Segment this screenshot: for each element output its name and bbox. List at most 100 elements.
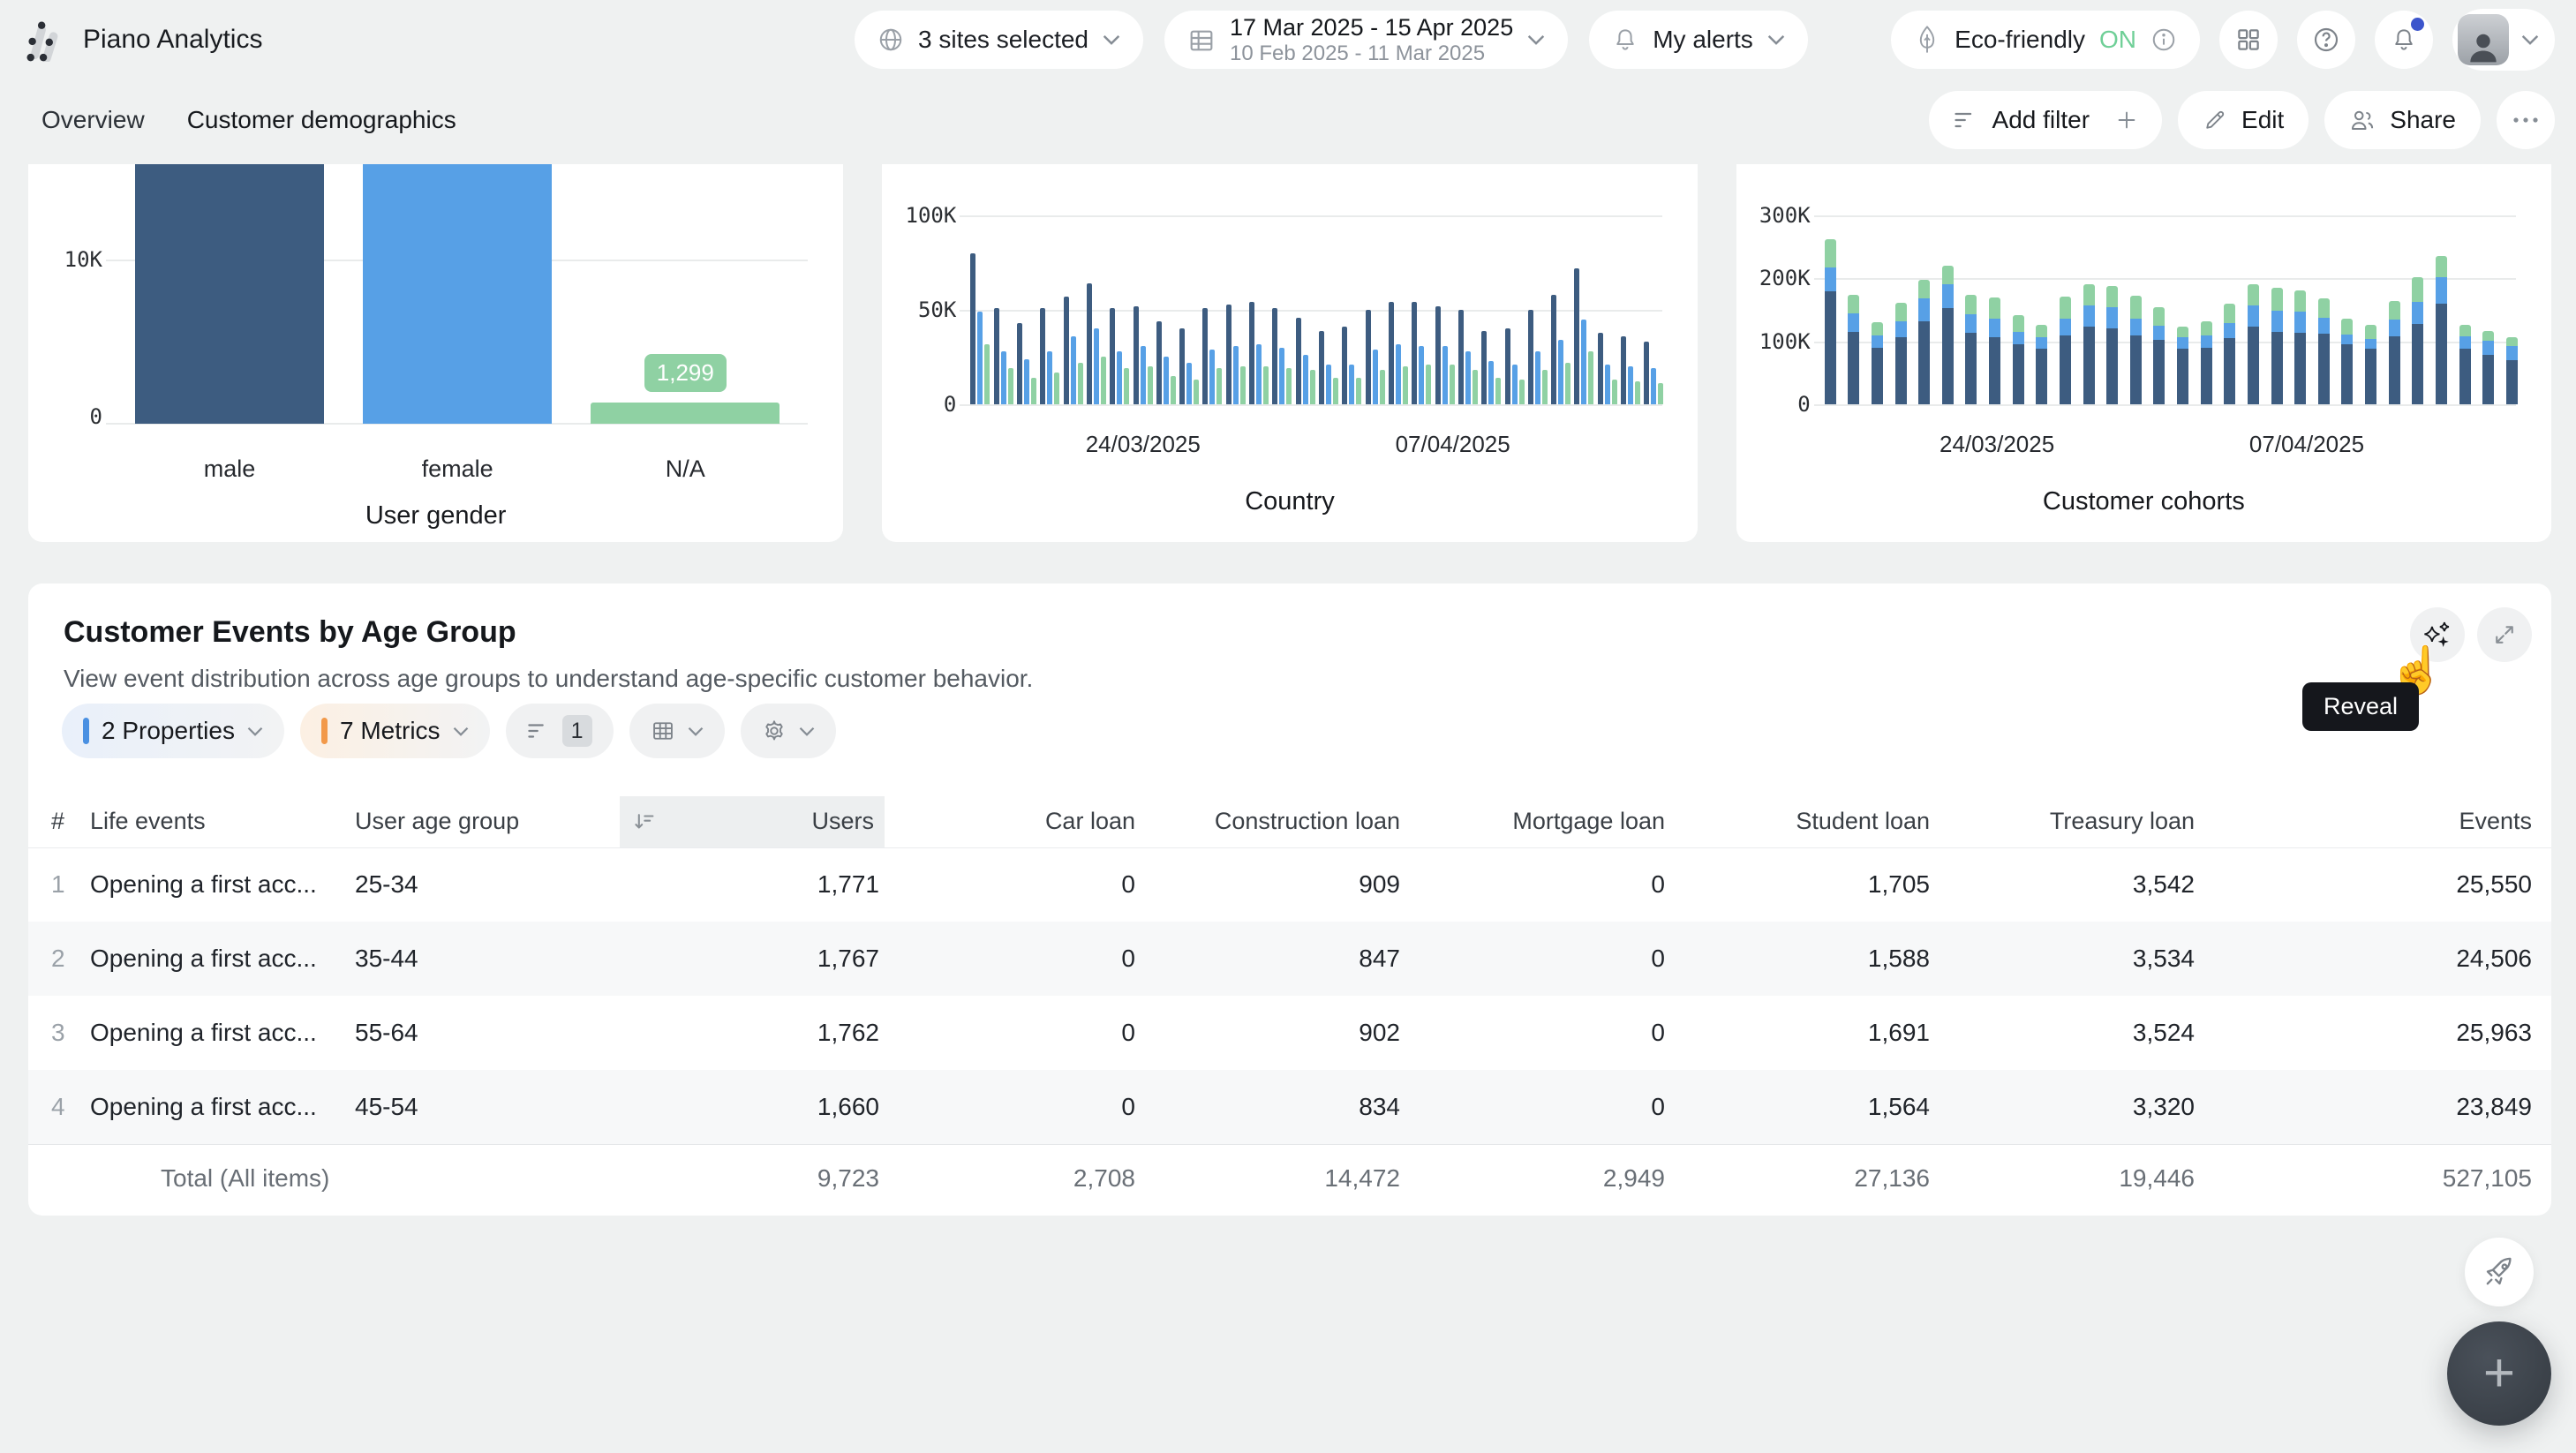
bar-group-day[interactable] xyxy=(1134,306,1153,404)
bar-group-day[interactable] xyxy=(994,308,1013,404)
stacked-bar-day[interactable] xyxy=(2318,298,2330,404)
table-row[interactable]: 4Opening a first acc...45-541,660083401,… xyxy=(28,1070,2551,1144)
column-header-mortgage-loan[interactable]: Mortgage loan xyxy=(1405,796,1670,847)
bar-group-day[interactable] xyxy=(1458,310,1478,404)
tab-customer-demographics[interactable]: Customer demographics xyxy=(187,106,456,138)
column-header-events[interactable]: Events xyxy=(2200,796,2551,847)
stacked-bar-day[interactable] xyxy=(2153,307,2165,404)
add-filter-button[interactable]: Add filter xyxy=(1929,91,2163,149)
metrics-selector[interactable]: 7 Metrics xyxy=(300,704,490,758)
bar[interactable] xyxy=(135,164,324,424)
bar-group-day[interactable] xyxy=(1226,305,1246,404)
column-header-users[interactable]: Users xyxy=(620,796,885,847)
stacked-bar-day[interactable] xyxy=(2459,325,2471,404)
bar-group-day[interactable] xyxy=(1366,310,1385,404)
bar-group-day[interactable] xyxy=(1156,321,1176,404)
help-button[interactable] xyxy=(2297,11,2355,69)
column-header-user-age-group[interactable]: User age group xyxy=(355,796,620,847)
quick-launch-button[interactable] xyxy=(2465,1238,2534,1306)
bar-group-day[interactable] xyxy=(1528,310,1548,404)
bar-group-day[interactable] xyxy=(1598,333,1617,404)
eco-friendly-toggle[interactable]: Eco-friendly ON xyxy=(1891,11,2200,69)
column-header-life-events[interactable]: Life events xyxy=(90,796,355,847)
bar-group-day[interactable] xyxy=(1644,342,1663,404)
stacked-bar-day[interactable] xyxy=(1918,280,1930,404)
my-alerts-selector[interactable]: My alerts xyxy=(1589,11,1808,69)
bar-group-day[interactable] xyxy=(1249,302,1269,404)
bar-group-day[interactable] xyxy=(1505,328,1525,404)
bar-group-day[interactable] xyxy=(1551,295,1570,404)
bar-group-day[interactable] xyxy=(1342,327,1361,404)
stacked-bar-day[interactable] xyxy=(2201,321,2212,404)
stacked-bar-day[interactable] xyxy=(2224,304,2235,404)
bar[interactable] xyxy=(363,164,552,424)
stacked-bar-day[interactable] xyxy=(2177,327,2188,404)
apps-grid-button[interactable] xyxy=(2219,11,2278,69)
stacked-bar-day[interactable] xyxy=(2106,286,2118,404)
table-view-selector[interactable] xyxy=(629,704,725,758)
expand-button[interactable] xyxy=(2477,607,2532,662)
bar-group-day[interactable] xyxy=(1389,302,1408,404)
column-header-student-loan[interactable]: Student loan xyxy=(1670,796,1935,847)
stacked-bar-day[interactable] xyxy=(1989,297,2000,404)
tab-overview[interactable]: Overview xyxy=(41,106,145,138)
stacked-bar-day[interactable] xyxy=(2036,325,2047,404)
stacked-bar-day[interactable] xyxy=(2130,296,2142,404)
bar-group-day[interactable] xyxy=(1296,318,1315,404)
column-header-treasury-loan[interactable]: Treasury loan xyxy=(1935,796,2200,847)
stacked-bar-day[interactable] xyxy=(2294,290,2306,404)
table-row[interactable]: 1Opening a first acc...25-341,771090901,… xyxy=(28,847,2551,922)
stacked-bar-day[interactable] xyxy=(1872,322,1883,404)
stacked-bar-day[interactable] xyxy=(2248,284,2259,404)
bar-group-day[interactable] xyxy=(970,253,990,404)
stacked-bar-day[interactable] xyxy=(1965,295,1977,404)
notifications-button[interactable] xyxy=(2375,11,2433,69)
stacked-bar-day[interactable] xyxy=(2506,337,2518,404)
bar-group-day[interactable] xyxy=(1574,268,1593,404)
bar-group-day[interactable] xyxy=(1202,308,1222,404)
column-header-construction-loan[interactable]: Construction loan xyxy=(1141,796,1405,847)
info-icon[interactable] xyxy=(2150,26,2177,53)
stacked-bar-day[interactable] xyxy=(1848,295,1859,404)
bar-group-day[interactable] xyxy=(1040,308,1059,404)
column-header-car-loan[interactable]: Car loan xyxy=(885,796,1141,847)
more-options-button[interactable] xyxy=(2497,91,2555,149)
stacked-bar-day[interactable] xyxy=(1942,266,1954,404)
bar-group-day[interactable] xyxy=(1087,283,1106,404)
add-new-button[interactable]: + xyxy=(2447,1321,2551,1426)
bar-group-day[interactable] xyxy=(1017,323,1036,404)
properties-selector[interactable]: 2 Properties xyxy=(62,704,284,758)
edit-button[interactable]: Edit xyxy=(2178,91,2309,149)
stacked-bar-day[interactable] xyxy=(2060,297,2071,404)
sites-selector[interactable]: 3 sites selected xyxy=(855,11,1143,69)
stacked-bar-day[interactable] xyxy=(1895,303,1907,404)
bar-group-day[interactable] xyxy=(1064,297,1083,404)
share-button[interactable]: Share xyxy=(2324,91,2481,149)
bar-group-day[interactable] xyxy=(1435,306,1455,404)
stacked-bar-day[interactable] xyxy=(2271,288,2283,404)
bar-group-day[interactable] xyxy=(1621,336,1640,404)
bar-group-day[interactable] xyxy=(1481,331,1501,404)
bar-group-day[interactable] xyxy=(1319,331,1338,404)
column-header--[interactable]: # xyxy=(28,796,90,847)
stacked-bar-day[interactable] xyxy=(2436,256,2447,404)
stacked-bar-day[interactable] xyxy=(2341,319,2353,404)
stacked-bar-day[interactable] xyxy=(2365,325,2376,404)
stacked-bar-day[interactable] xyxy=(2083,284,2095,404)
date-range-picker[interactable]: 17 Mar 2025 - 15 Apr 2025 10 Feb 2025 - … xyxy=(1164,11,1568,69)
user-menu[interactable] xyxy=(2452,9,2555,71)
settings-selector[interactable] xyxy=(741,704,836,758)
filters-button[interactable]: 1 xyxy=(506,704,614,758)
stacked-bar-day[interactable] xyxy=(2013,315,2024,404)
table-row[interactable]: 3Opening a first acc...55-641,762090201,… xyxy=(28,996,2551,1070)
bar-group-day[interactable] xyxy=(1110,308,1129,404)
stacked-bar-day[interactable] xyxy=(2482,331,2494,404)
stacked-bar-day[interactable] xyxy=(2389,301,2400,404)
bar-group-day[interactable] xyxy=(1412,302,1431,404)
stacked-bar-day[interactable] xyxy=(2412,277,2423,404)
bar[interactable] xyxy=(591,403,780,424)
bar-group-day[interactable] xyxy=(1272,308,1292,404)
bar-group-day[interactable] xyxy=(1179,328,1199,404)
stacked-bar-day[interactable] xyxy=(1825,239,1836,404)
table-row[interactable]: 2Opening a first acc...35-441,767084701,… xyxy=(28,922,2551,996)
